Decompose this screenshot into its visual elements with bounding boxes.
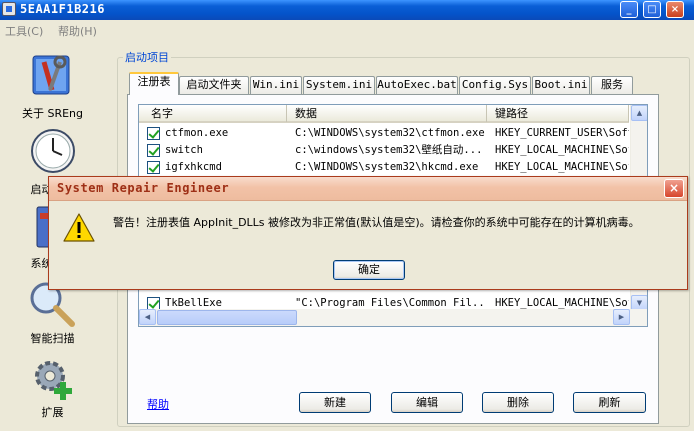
dialog-close-icon[interactable]: × [664,179,684,198]
table-row[interactable]: ctfmon.exe C:\WINDOWS\system32\ctfmon.ex… [139,125,629,142]
row-name: igfxhkcmd [165,161,222,173]
horizontal-scroll-thumb[interactable] [157,310,297,325]
nav-label-extend: 扩展 [41,406,64,419]
maximize-icon[interactable]: □ [643,1,661,18]
refresh-button[interactable]: 刷新 [573,392,646,413]
row-data: C:\WINDOWS\system32\hkcmd.exe [295,161,479,173]
new-button[interactable]: 新建 [299,392,371,413]
tab-services[interactable]: 服务 [591,76,633,94]
menu-bar: 工具(C) 帮助(H) [0,20,694,40]
column-name[interactable]: 名字 [139,105,287,122]
toolbox-icon [32,55,70,95]
window-title-bar[interactable]: 5EAA1F1B216 _ □ × [0,0,694,20]
row-name: switch [165,144,203,156]
ok-button[interactable]: 确定 [333,260,405,280]
dialog-title: System Repair Engineer [57,181,230,195]
window-title: 5EAA1F1B216 [20,2,105,16]
row-path: HKEY_LOCAL_MACHINE\Sof [495,144,629,156]
tab-win-ini[interactable]: Win.ini [250,76,302,94]
menu-help[interactable]: 帮助(H) [58,23,97,39]
tab-startup-folder[interactable]: 启动文件夹 [179,76,249,94]
scroll-right-icon[interactable]: ▶ [613,309,630,325]
tab-boot-ini[interactable]: Boot.ini [532,76,590,94]
group-label: 启动项目 [123,49,171,65]
row-checkbox[interactable] [147,161,160,174]
help-link[interactable]: 帮助 [147,396,169,412]
tab-registry[interactable]: 注册表 [129,72,179,95]
table-row[interactable]: igfxhkcmd C:\WINDOWS\system32\hkcmd.exe … [139,159,629,176]
dialog-title-bar[interactable]: System Repair Engineer × [49,177,687,201]
row-path: HKEY_CURRENT_USER\Soft [495,127,629,139]
list-header: 名字 数据 键路径 [139,105,629,123]
horizontal-scrollbar[interactable]: ◀ ▶ [139,309,647,326]
warning-icon [63,213,95,242]
row-checkbox[interactable] [147,127,160,140]
row-data: C:\WINDOWS\system32\ctfmon.exe [295,127,485,139]
warning-dialog: System Repair Engineer × 警告！注册表值 AppInit… [48,176,688,290]
row-checkbox[interactable] [147,144,160,157]
nav-label-about: 关于 SREng [21,107,84,120]
clock-icon [31,129,75,173]
row-path: HKEY_LOCAL_MACHINE\Sof [495,161,629,173]
minimize-icon[interactable]: _ [620,1,638,18]
tab-system-ini[interactable]: System.ini [303,76,375,94]
close-icon[interactable]: × [666,1,684,18]
dialog-message: 警告！注册表值 AppInit_DLLs 被修改为非正常值(默认值是空)。请检查… [113,216,640,229]
nav-label-smart-scan: 智能扫描 [30,332,75,345]
tab-autoexec-bat[interactable]: AutoExec.bat [376,76,458,94]
gear-plus-icon [35,361,72,400]
column-data[interactable]: 数据 [287,105,487,122]
app-icon[interactable] [2,2,16,16]
row-name: ctfmon.exe [165,127,229,139]
column-key-path[interactable]: 键路径 [487,105,629,122]
scroll-up-icon[interactable]: ▲ [631,105,647,121]
table-row[interactable]: switch c:\windows\system32\壁纸自动... HKEY_… [139,142,629,159]
scroll-left-icon[interactable]: ◀ [139,309,156,325]
delete-button[interactable]: 删除 [482,392,554,413]
menu-tools[interactable]: 工具(C) [5,23,43,39]
edit-button[interactable]: 编辑 [391,392,463,413]
tab-config-sys[interactable]: Config.Sys [459,76,531,94]
row-data: c:\windows\system32\壁纸自动... [295,144,483,156]
